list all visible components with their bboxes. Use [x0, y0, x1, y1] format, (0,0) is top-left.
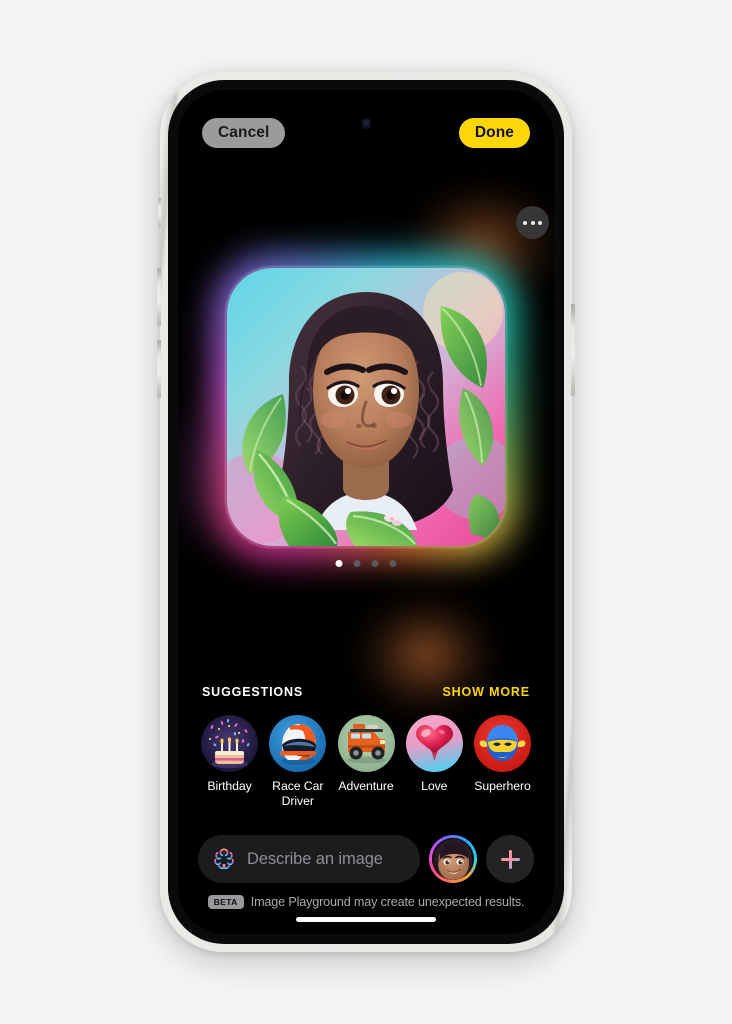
- home-indicator[interactable]: [296, 917, 436, 922]
- generated-image[interactable]: [227, 268, 505, 546]
- image-playground-icon: [212, 847, 236, 871]
- device-screen: Cancel Done SUGGESTIONS SHOW MORE Birthd…: [178, 90, 554, 934]
- beta-disclaimer: BETA Image Playground may create unexpec…: [178, 895, 554, 909]
- suggestions-header: SUGGESTIONS SHOW MORE: [202, 685, 530, 699]
- racing-helmet-icon: [269, 715, 327, 772]
- disclaimer-text: Image Playground may create unexpected r…: [250, 895, 525, 909]
- page-dot-3[interactable]: [371, 560, 379, 567]
- suggestion-label: Birthday: [207, 779, 252, 793]
- suggestion-label: Race Car Driver: [272, 779, 324, 808]
- silent-switch-button[interactable]: [158, 198, 161, 228]
- heart-balloon-icon: [405, 715, 463, 772]
- avatar-photo: [432, 838, 474, 880]
- cancel-button-label: Cancel: [218, 124, 270, 141]
- suggestions-row: Birthday Race Car Driver Adventure Love …: [198, 715, 534, 808]
- ellipsis-icon: [538, 220, 542, 225]
- show-more-button[interactable]: SHOW MORE: [442, 685, 530, 699]
- suggestion-item-superhero[interactable]: Superhero: [471, 715, 534, 808]
- suggestion-label: Superhero: [474, 779, 531, 793]
- add-button[interactable]: [486, 835, 534, 883]
- generated-image-card-wrapper: [214, 206, 549, 559]
- ellipsis-icon: [523, 220, 527, 225]
- suggestion-item-adventure[interactable]: Adventure: [335, 715, 398, 808]
- front-camera-icon: [361, 118, 371, 129]
- suggestion-label: Adventure: [338, 779, 394, 793]
- screenshot-stage: Cancel Done SUGGESTIONS SHOW MORE Birthd…: [0, 0, 732, 1024]
- volume-up-button[interactable]: [157, 268, 161, 326]
- suggestion-item-birthday[interactable]: Birthday: [198, 715, 261, 808]
- iphone-device-frame: Cancel Done SUGGESTIONS SHOW MORE Birthd…: [157, 72, 575, 952]
- cancel-button[interactable]: Cancel: [202, 118, 286, 148]
- suggestion-item-race-car-driver[interactable]: Race Car Driver: [266, 715, 329, 808]
- page-indicator-dots[interactable]: [335, 560, 397, 567]
- suggestions-title: SUGGESTIONS: [202, 685, 304, 699]
- page-dot-4[interactable]: [389, 560, 397, 567]
- birthday-cake-icon: [201, 715, 258, 772]
- describe-image-placeholder: Describe an image: [247, 849, 383, 868]
- offroad-truck-icon: [337, 715, 395, 772]
- page-dot-2[interactable]: [353, 560, 361, 567]
- more-options-button[interactable]: [516, 206, 549, 239]
- done-button[interactable]: Done: [458, 118, 530, 148]
- volume-down-button[interactable]: [157, 340, 161, 398]
- power-button[interactable]: [571, 304, 575, 396]
- person-avatar[interactable]: [429, 835, 477, 883]
- suggestion-item-love[interactable]: Love: [403, 715, 466, 808]
- beta-badge: BETA: [207, 895, 244, 909]
- superhero-mask-icon: [474, 715, 531, 772]
- page-dot-1[interactable]: [335, 560, 343, 567]
- describe-image-field[interactable]: Describe an image: [198, 835, 420, 883]
- suggestion-label: Love: [421, 779, 448, 793]
- ellipsis-icon: [530, 220, 535, 225]
- device-bezel: Cancel Done SUGGESTIONS SHOW MORE Birthd…: [168, 80, 564, 944]
- plus-icon: [500, 849, 520, 869]
- prompt-input-bar: Describe an image: [198, 835, 534, 883]
- done-button-label: Done: [474, 124, 514, 141]
